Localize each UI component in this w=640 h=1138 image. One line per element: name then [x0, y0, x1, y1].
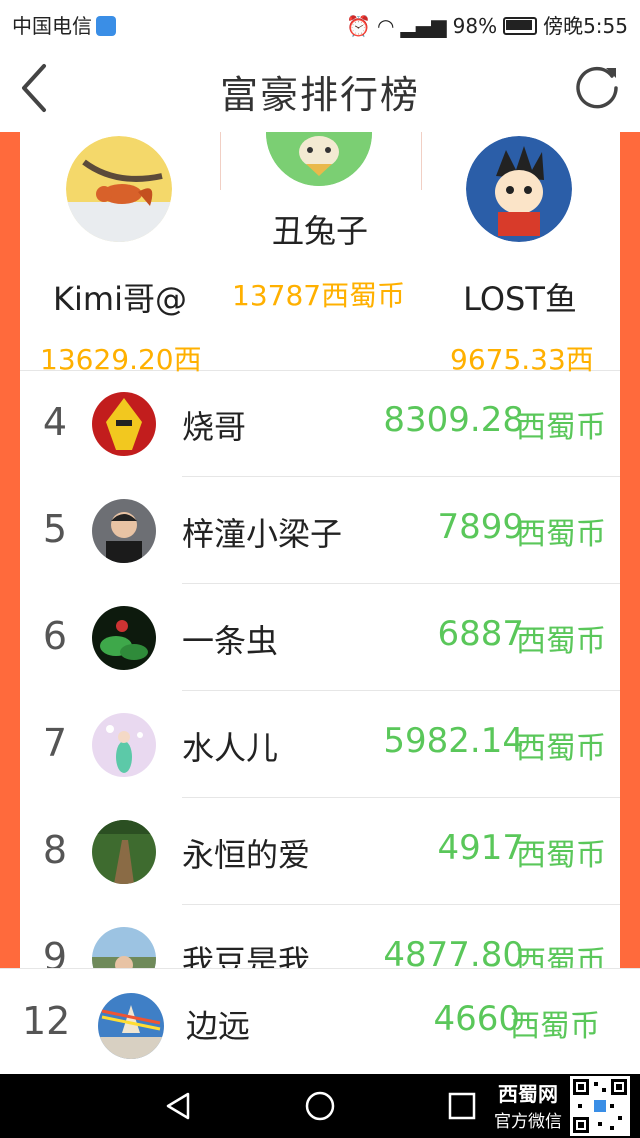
rank-row[interactable]: 6 一条虫 6887 西蜀币 — [20, 584, 620, 691]
currency-unit: 西蜀币 — [516, 731, 606, 766]
rank-number: 9 — [42, 935, 68, 968]
rank-row[interactable]: 7 水人儿 5982.14 西蜀币 — [20, 691, 620, 798]
currency-unit: 西蜀币 — [516, 517, 606, 552]
user-amount: 4917 — [437, 828, 524, 868]
user-name: 我豆是我 — [182, 943, 311, 968]
rank-row[interactable]: 5 梓潼小梁子 7899 西蜀币 — [20, 477, 620, 584]
status-left: 中国电信 — [12, 10, 116, 39]
user-amount: 4877.80 — [383, 935, 524, 968]
my-rank-row[interactable]: 12 边远 4660 西蜀币 — [0, 968, 640, 1075]
rank-number: 8 — [42, 828, 68, 872]
rank-row[interactable]: 8 永恒的爱 4917 西蜀币 — [20, 798, 620, 905]
forest-path-avatar-icon — [92, 820, 156, 884]
user-avatar — [92, 820, 156, 884]
user-name: 梓潼小梁子 — [182, 515, 343, 553]
recent-apps-square-icon[interactable] — [444, 1088, 480, 1124]
user-avatar — [92, 499, 156, 563]
status-bar: 中国电信 ⏰ ◠ ▂▄▆ 98% 傍晚5:55 — [0, 0, 640, 44]
podium: 丑兔子 13787西蜀币 Kimi哥@ 13629.20西 LOST鱼 9675… — [20, 132, 620, 376]
landscape-avatar-icon — [92, 927, 156, 968]
status-time: 傍晚5:55 — [543, 14, 628, 38]
currency-unit: 西蜀币 — [516, 945, 606, 968]
signal-icon: ▂▄▆ — [400, 14, 447, 38]
user-avatar — [92, 606, 156, 670]
second-place-avatar[interactable] — [66, 136, 172, 242]
user-name: 一条虫 — [182, 622, 279, 660]
user-avatar — [92, 927, 156, 968]
user-amount: 7899 — [437, 507, 524, 547]
back-triangle-icon[interactable] — [160, 1088, 196, 1124]
battery-icon — [503, 17, 538, 35]
page-title: 富豪排行榜 — [219, 73, 420, 117]
plant-avatar-icon — [92, 606, 156, 670]
user-amount: 8309.28 — [383, 400, 524, 440]
currency-unit: 西蜀币 — [516, 410, 606, 445]
rank-row[interactable]: 9 我豆是我 4877.80 西蜀币 — [20, 905, 620, 968]
armor-avatar-icon — [92, 392, 156, 456]
watermark: 西蜀网 官方微信 — [490, 1074, 566, 1138]
watermark-name: 西蜀网 — [498, 1082, 558, 1106]
tibetan-stupa-avatar-icon — [98, 993, 164, 1059]
my-avatar — [98, 993, 164, 1059]
carrier-label: 中国电信 — [12, 14, 92, 38]
rank-number: 4 — [42, 400, 68, 444]
home-circle-icon[interactable] — [302, 1088, 338, 1124]
my-currency-unit: 西蜀币 — [510, 1009, 600, 1044]
alarm-icon: ⏰ — [346, 14, 372, 38]
user-avatar — [92, 713, 156, 777]
user-amount: 5982.14 — [383, 721, 524, 761]
currency-unit: 西蜀币 — [516, 624, 606, 659]
refresh-icon[interactable] — [572, 62, 622, 112]
user-amount: 6887 — [437, 614, 524, 654]
status-right: ⏰ ◠ ▂▄▆ 98% 傍晚5:55 — [346, 10, 628, 39]
squirrel-avatar-icon — [66, 136, 172, 242]
user-name: 永恒的爱 — [182, 836, 311, 874]
my-amount: 4660 — [433, 999, 520, 1039]
my-rank-number: 12 — [22, 999, 71, 1043]
currency-unit: 西蜀币 — [516, 838, 606, 873]
rank-number: 5 — [42, 507, 68, 551]
user-name: 水人儿 — [182, 729, 279, 767]
first-place-amount: 13787西蜀币 — [232, 279, 406, 312]
second-place-name: Kimi哥@ — [53, 280, 187, 318]
my-name: 边远 — [186, 1007, 251, 1045]
battery-percent: 98% — [452, 14, 498, 38]
user-avatar — [92, 392, 156, 456]
qr-code-icon — [570, 1076, 630, 1136]
leaderboard-panel: 丑兔子 13787西蜀币 Kimi哥@ 13629.20西 LOST鱼 9675… — [20, 132, 620, 968]
carrier-badge-icon — [96, 16, 116, 36]
rank-number: 7 — [42, 721, 68, 765]
first-place-name: 丑兔子 — [271, 212, 368, 250]
person-avatar-icon — [92, 499, 156, 563]
third-place-avatar[interactable] — [466, 136, 572, 242]
rank-row[interactable]: 4 烧哥 8309.28 西蜀币 — [20, 370, 620, 477]
fairy-avatar-icon — [92, 713, 156, 777]
cartoon-boy-avatar-icon — [466, 136, 572, 242]
user-name: 烧哥 — [182, 408, 247, 446]
rank-number: 6 — [42, 614, 68, 658]
header: 富豪排行榜 — [0, 44, 640, 133]
wifi-icon: ◠ — [377, 14, 395, 38]
watermark-sub: 官方微信 — [494, 1112, 562, 1132]
third-place-name: LOST鱼 — [463, 280, 577, 318]
